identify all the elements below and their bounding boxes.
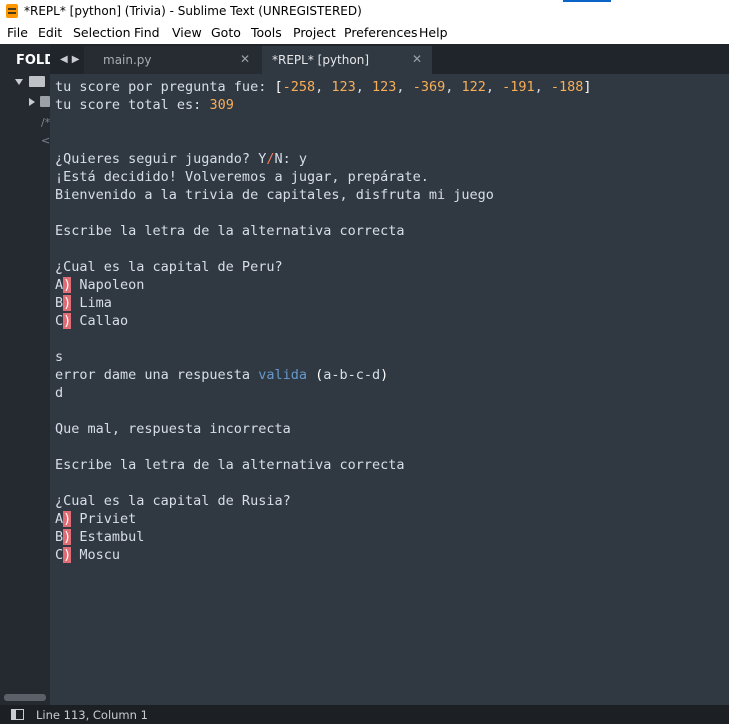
tab-label: *REPL* [python] — [272, 53, 369, 67]
code-line: tu score total es: 309 — [55, 97, 234, 113]
folder-icon[interactable] — [40, 96, 50, 107]
code-line: B) Estambul — [55, 529, 145, 545]
code-line: Que mal, respuesta incorrecta — [55, 421, 291, 437]
chevron-right-icon[interactable] — [29, 98, 35, 106]
menu-view[interactable]: View — [172, 25, 202, 40]
menu-tools[interactable]: Tools — [251, 25, 282, 40]
code-line: ¿Cual es la capital de Rusia? — [55, 493, 291, 509]
sidebar-file-mark[interactable]: /* — [41, 116, 50, 129]
code-line: error dame una respuesta valida (a-b-c-d… — [55, 367, 389, 383]
tab-bar: ◀▶ main.py ✕ *REPL* [python] ✕ — [50, 44, 729, 74]
window-accent — [563, 0, 611, 2]
window-title: *REPL* [python] (Trivia) - Sublime Text … — [24, 4, 362, 18]
code-line: ¿Cual es la capital de Peru? — [55, 259, 283, 275]
cursor-position: Line 113, Column 1 — [36, 708, 148, 722]
tab-main-py[interactable]: main.py ✕ — [84, 46, 262, 74]
repl-output[interactable]: tu score por pregunta fue: [-258, 123, 1… — [55, 78, 592, 564]
code-line: C) Moscu — [55, 547, 121, 563]
code-line: tu score por pregunta fue: [-258, 123, 1… — [55, 79, 592, 95]
code-line: Escribe la letra de la alternativa corre… — [55, 223, 405, 239]
menu-edit[interactable]: Edit — [38, 25, 62, 40]
sublime-app-icon — [6, 4, 18, 18]
editor-pane[interactable]: tu score por pregunta fue: [-258, 123, 1… — [50, 74, 729, 705]
code-line: Escribe la letra de la alternativa corre… — [55, 457, 405, 473]
code-line: C) Callao — [55, 313, 129, 329]
menu-find[interactable]: Find — [134, 25, 160, 40]
sidebar: FOLDERS /* < — [0, 44, 50, 705]
code-line: ¡Está decidido! Volveremos a jugar, prep… — [55, 169, 429, 185]
code-line: ¿Quieres seguir jugando? Y/N: y — [55, 151, 307, 167]
menu-project[interactable]: Project — [293, 25, 336, 40]
menu-preferences[interactable]: Preferences — [344, 25, 418, 40]
code-line: Bienvenido a la trivia de capitales, dis… — [55, 187, 494, 203]
status-bar: Line 113, Column 1 — [0, 705, 729, 724]
code-line: s — [55, 349, 64, 365]
tab-nav-arrows-icon[interactable]: ◀▶ — [60, 54, 83, 65]
tab-label: main.py — [103, 53, 152, 67]
sidebar-scrollbar[interactable] — [4, 694, 46, 701]
chevron-down-icon[interactable] — [15, 79, 23, 85]
close-icon[interactable]: ✕ — [240, 52, 250, 66]
code-line: d — [55, 385, 64, 401]
code-line: B) Lima — [55, 295, 112, 311]
open-folder-icon[interactable] — [29, 76, 45, 87]
menu-file[interactable]: File — [7, 25, 28, 40]
tab-repl-python[interactable]: *REPL* [python] ✕ — [262, 46, 432, 74]
title-bar: *REPL* [python] (Trivia) - Sublime Text … — [0, 0, 729, 22]
menu-bar: File Edit Selection Find View Goto Tools… — [0, 22, 729, 44]
panel-toggle-icon[interactable] — [11, 709, 24, 720]
code-line: A) Priviet — [55, 511, 137, 527]
sidebar-file-mark[interactable]: < — [41, 134, 50, 147]
code-line: A) Napoleon — [55, 277, 145, 293]
menu-help[interactable]: Help — [419, 25, 448, 40]
menu-selection[interactable]: Selection — [73, 25, 131, 40]
close-icon[interactable]: ✕ — [412, 52, 422, 66]
folders-header: FOLDERS — [16, 53, 50, 68]
menu-goto[interactable]: Goto — [211, 25, 241, 40]
